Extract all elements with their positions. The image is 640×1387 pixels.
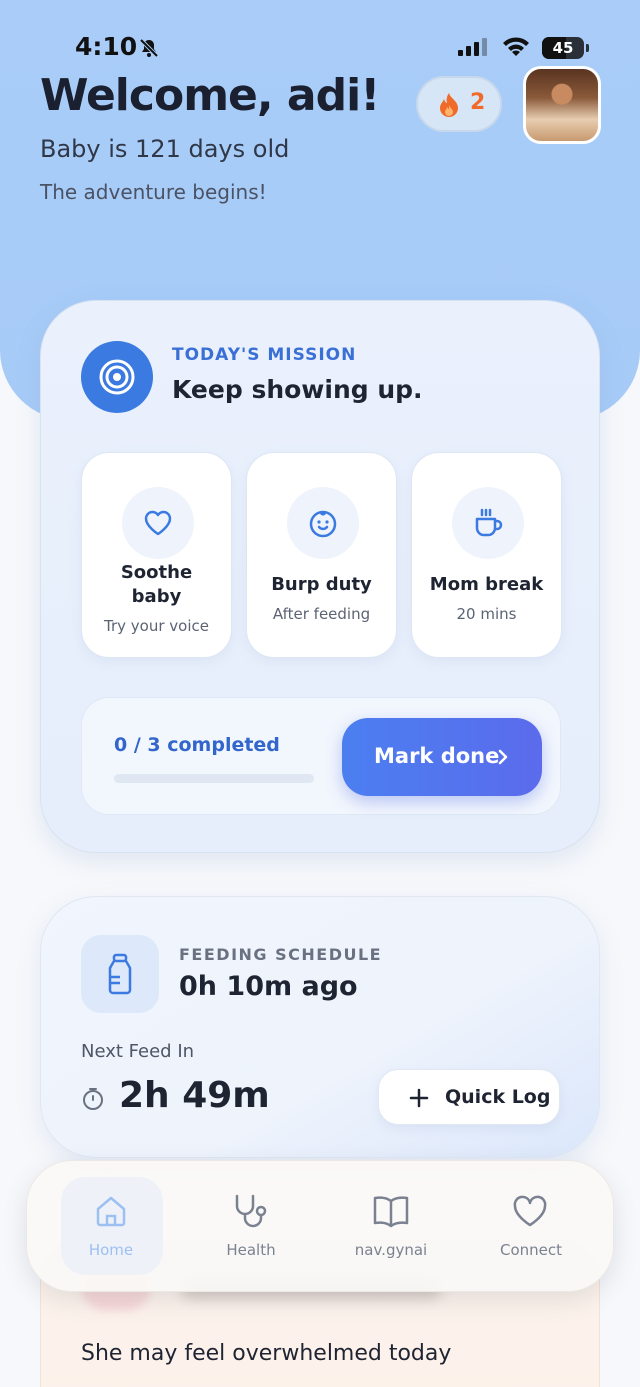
wifi-icon — [502, 36, 530, 62]
task-soothe-baby[interactable]: Soothe baby Try your voice — [81, 452, 232, 658]
mark-done-label: Mark done — [374, 744, 500, 768]
bell-off-icon — [138, 37, 160, 63]
task-title: Mom break — [429, 574, 544, 595]
feeding-label: FEEDING SCHEDULE — [179, 945, 383, 964]
baby-bottle-icon — [81, 935, 159, 1013]
streak-badge[interactable]: 2 — [416, 76, 502, 132]
progress-text: 0 / 3 completed — [114, 734, 280, 756]
home-icon — [93, 1193, 129, 1233]
nav-item-home[interactable]: Home — [27, 1161, 167, 1293]
coffee-cup-icon — [452, 487, 524, 559]
task-subtitle: Try your voice — [104, 617, 209, 635]
target-icon — [81, 341, 153, 413]
task-title: Burp duty — [271, 574, 372, 595]
baby-age-text: Baby is 121 days old — [40, 135, 290, 163]
insight-text: She may feel overwhelmed today — [81, 1341, 452, 1366]
heart-icon — [122, 487, 194, 559]
battery-indicator: 45 — [542, 37, 589, 59]
chevron-right-icon — [497, 748, 509, 770]
quick-log-button[interactable]: Quick Log — [378, 1069, 560, 1125]
bottom-nav: Home Health nav.gynai Connect — [26, 1160, 614, 1292]
task-mom-break[interactable]: Mom break 20 mins — [411, 452, 562, 658]
timer-icon — [81, 1087, 105, 1115]
next-feed-label: Next Feed In — [81, 1041, 195, 1062]
task-title: baby — [131, 586, 182, 607]
task-subtitle: After feeding — [272, 605, 371, 623]
baby-face-icon — [287, 487, 359, 559]
nav-label: Health — [226, 1241, 276, 1259]
task-subtitle: 20 mins — [456, 605, 517, 623]
profile-avatar[interactable] — [523, 66, 601, 144]
book-icon — [371, 1193, 411, 1233]
nav-label: nav.gynai — [354, 1241, 428, 1259]
tagline-text: The adventure begins! — [40, 180, 267, 204]
cellular-signal-icon — [458, 38, 490, 62]
heart-icon — [511, 1193, 549, 1233]
status-time: 4:10 — [75, 32, 138, 61]
stethoscope-icon — [231, 1193, 269, 1235]
plus-icon — [409, 1088, 429, 1112]
quick-log-label: Quick Log — [445, 1086, 551, 1108]
welcome-title: Welcome, adi! — [40, 70, 380, 121]
mission-progress: 0 / 3 completed Mark done — [81, 697, 561, 815]
nav-label: Home — [88, 1241, 134, 1259]
mission-label: TODAY'S MISSION — [172, 345, 357, 365]
nav-item-connect[interactable]: Connect — [461, 1161, 601, 1293]
feeding-schedule-card[interactable]: FEEDING SCHEDULE 0h 10m ago Next Feed In… — [40, 896, 600, 1158]
last-feed-time: 0h 10m ago — [179, 971, 358, 1002]
nav-label: Connect — [499, 1241, 563, 1259]
status-bar: 4:10 45 — [0, 28, 640, 68]
todays-mission-card: TODAY'S MISSION Keep showing up. Soothe … — [40, 300, 600, 853]
streak-count: 2 — [470, 90, 486, 115]
task-title: Soothe — [120, 562, 193, 583]
mission-title: Keep showing up. — [172, 375, 423, 404]
nav-item-gynai[interactable]: nav.gynai — [321, 1161, 461, 1293]
mark-done-button[interactable]: Mark done — [342, 718, 542, 796]
next-feed-time: 2h 49m — [119, 1075, 270, 1116]
nav-item-health[interactable]: Health — [181, 1161, 321, 1293]
progress-bar — [114, 774, 314, 783]
flame-icon — [438, 92, 460, 122]
task-burp-duty[interactable]: Burp duty After feeding — [246, 452, 397, 658]
